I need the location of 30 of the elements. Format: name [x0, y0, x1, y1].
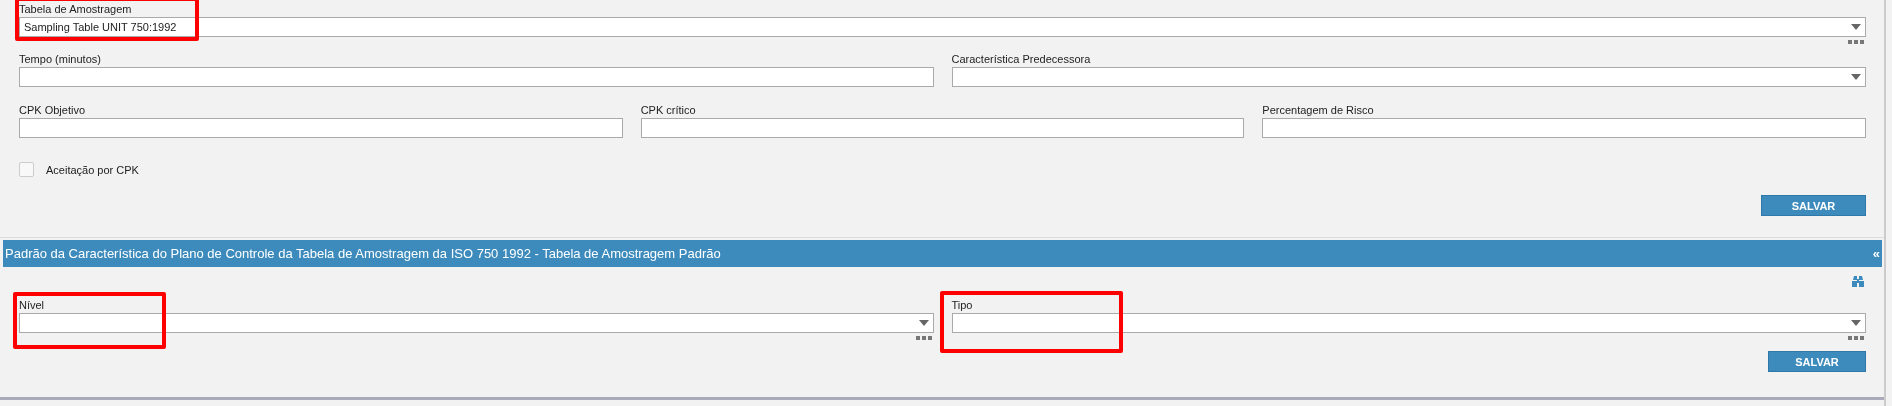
field-label: Percentagem de Risco	[1262, 104, 1374, 118]
risk-percentage-field[interactable]	[1262, 118, 1866, 138]
section-title: Padrão da Característica do Plano de Controle da Tabela de Amostragem da ISO 750 1992 - Tabela de Amostragem Padrão	[5, 246, 721, 261]
level-select[interactable]	[19, 313, 934, 333]
cpk-target-field[interactable]	[19, 118, 623, 138]
field-label: Tabela de Amostragem	[19, 3, 132, 17]
field-label: Tipo	[951, 299, 973, 313]
predecessor-select[interactable]	[951, 67, 1866, 87]
caret-icon	[918, 320, 929, 326]
field-label: Nível	[19, 299, 45, 313]
more-icon[interactable]	[1848, 336, 1864, 340]
field-label: CPK crítico	[640, 104, 696, 118]
save-button[interactable]: SALVAR	[1761, 195, 1866, 216]
field-label: Característica Predecessora	[951, 53, 1091, 67]
save-button[interactable]: SALVAR	[1768, 351, 1866, 372]
caret-icon	[1851, 74, 1861, 80]
caret-icon	[1851, 320, 1861, 326]
type-select[interactable]	[951, 313, 1866, 333]
time-field[interactable]	[19, 67, 934, 87]
field-label: Tempo (minutos)	[19, 53, 101, 67]
binoculars-icon[interactable]	[1852, 275, 1864, 287]
more-icon[interactable]	[1848, 40, 1864, 44]
caret-icon	[1851, 24, 1861, 30]
field-label: CPK Objetivo	[19, 104, 86, 118]
more-icon[interactable]	[915, 336, 932, 340]
cpk-critical-field[interactable]	[640, 118, 1245, 138]
checkbox-label: Aceitação por CPK	[46, 163, 139, 176]
checkbox[interactable]	[19, 162, 34, 177]
sampling-table-select[interactable]: Sampling Table UNIT 750:1992	[19, 17, 1866, 37]
collapse-button[interactable]: «	[1872, 246, 1880, 261]
